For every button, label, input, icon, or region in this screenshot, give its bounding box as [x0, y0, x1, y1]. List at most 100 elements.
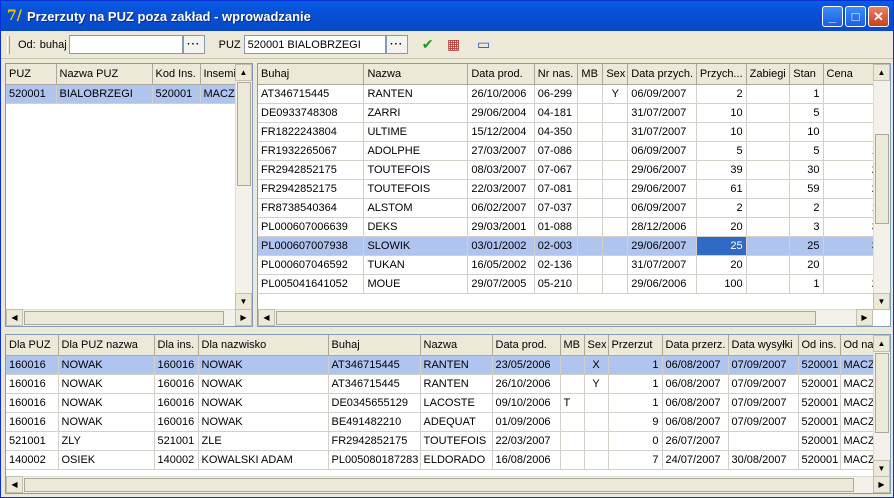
- puz-browse-button[interactable]: ···: [385, 35, 408, 54]
- scroll-up-icon[interactable]: ▲: [235, 64, 252, 81]
- table-row[interactable]: 160016 NOWAK 160016 NOWAK AT346715445 RANTEN 2…: [6, 374, 890, 394]
- table-cell[interactable]: 04-181: [534, 103, 579, 123]
- table-cell[interactable]: 07-086: [534, 141, 579, 161]
- transfers-grid-hscroll[interactable]: ◀ ▶: [6, 476, 890, 493]
- table-cell[interactable]: [577, 160, 604, 180]
- table-cell[interactable]: 520001: [798, 431, 841, 451]
- column-header[interactable]: Dla nazwisko: [198, 335, 329, 356]
- table-cell[interactable]: 31/07/2007: [627, 122, 697, 142]
- table-cell[interactable]: FR1822243804: [258, 122, 365, 142]
- column-header[interactable]: Przych...: [696, 64, 747, 85]
- table-cell[interactable]: 07-081: [534, 179, 579, 199]
- table-cell[interactable]: 06/09/2007: [627, 198, 697, 218]
- table-cell[interactable]: 3: [789, 217, 824, 237]
- table-cell[interactable]: [746, 217, 791, 237]
- table-cell[interactable]: 5: [696, 141, 747, 161]
- table-row[interactable]: FR2942852175 TOUTEFOIS 08/03/2007 07-067 29/…: [258, 160, 889, 180]
- column-header[interactable]: Przerzut: [608, 335, 663, 356]
- table-cell[interactable]: [602, 179, 629, 199]
- table-cell[interactable]: NOWAK: [198, 412, 329, 432]
- scroll-left-icon[interactable]: ◀: [6, 476, 23, 493]
- table-cell[interactable]: 160016: [6, 355, 59, 375]
- table-cell[interactable]: 160016: [154, 355, 199, 375]
- table-row[interactable]: 160016 NOWAK 160016 NOWAK BE491482210 ADEQUAT…: [6, 412, 890, 432]
- table-cell[interactable]: 04-350: [534, 122, 579, 142]
- table-cell[interactable]: 06/08/2007: [662, 393, 729, 413]
- table-cell[interactable]: 01/09/2006: [492, 412, 561, 432]
- table-row[interactable]: FR1822243804 ULTIME 15/12/2004 04-350 31/07/…: [258, 122, 889, 142]
- scroll-up-icon[interactable]: ▲: [873, 335, 890, 352]
- column-header[interactable]: Sex: [602, 64, 629, 85]
- table-cell[interactable]: X: [584, 355, 609, 375]
- table-cell[interactable]: [746, 274, 791, 294]
- table-cell[interactable]: 61: [696, 179, 747, 199]
- table-row[interactable]: 160016 NOWAK 160016 NOWAK AT346715445 RANTEN 2…: [6, 355, 890, 375]
- scroll-right-icon[interactable]: ▶: [856, 309, 873, 326]
- table-cell[interactable]: 31/07/2007: [627, 255, 697, 275]
- table-cell[interactable]: NOWAK: [198, 393, 329, 413]
- table-row[interactable]: 521001 ZLY 521001 ZLE FR2942852175 TOUTEFOIS 2…: [6, 431, 890, 451]
- table-cell[interactable]: NOWAK: [58, 355, 155, 375]
- table-cell[interactable]: 160016: [6, 374, 59, 394]
- bulls-grid-vscroll[interactable]: ▲ ▼: [873, 64, 890, 310]
- table-cell[interactable]: ADEQUAT: [420, 412, 493, 432]
- table-cell[interactable]: PL000607046592: [258, 255, 365, 275]
- table-cell[interactable]: 5: [789, 141, 824, 161]
- table-cell[interactable]: PL005080187283: [328, 450, 421, 470]
- table-row[interactable]: 520001 BIALOBRZEGI 520001 MACZE: [6, 84, 247, 104]
- table-cell[interactable]: FR1932265067: [258, 141, 365, 161]
- table-cell[interactable]: AT346715445: [328, 374, 421, 394]
- maximize-button[interactable]: □: [845, 6, 866, 27]
- table-cell[interactable]: ELDORADO: [420, 450, 493, 470]
- table-cell[interactable]: 29/06/2007: [627, 160, 697, 180]
- table-cell[interactable]: [577, 122, 604, 142]
- table-cell[interactable]: 31/07/2007: [627, 103, 697, 123]
- table-cell[interactable]: NOWAK: [58, 374, 155, 394]
- column-header[interactable]: Sex: [584, 335, 609, 356]
- table-cell[interactable]: 29/06/2007: [627, 179, 697, 199]
- table-cell[interactable]: 29/07/2005: [467, 274, 535, 294]
- scroll-down-icon[interactable]: ▼: [235, 293, 252, 310]
- scroll-thumb[interactable]: [237, 82, 251, 186]
- table-cell[interactable]: 140002: [154, 450, 199, 470]
- table-cell[interactable]: 30/08/2007: [728, 450, 799, 470]
- column-header[interactable]: Dla ins.: [154, 335, 199, 356]
- table-cell[interactable]: [560, 374, 585, 394]
- column-header[interactable]: Kod Ins.: [152, 64, 201, 85]
- table-cell[interactable]: 10: [696, 103, 747, 123]
- table-cell[interactable]: 30: [789, 160, 824, 180]
- table-cell[interactable]: MOUE: [363, 274, 469, 294]
- table-cell[interactable]: [560, 450, 585, 470]
- column-header[interactable]: PUZ: [6, 64, 57, 85]
- table-cell[interactable]: RANTEN: [420, 355, 493, 375]
- table-row[interactable]: PL000607046592 TUKAN 16/05/2002 02-136 31/07…: [258, 255, 889, 275]
- table-cell[interactable]: 23/05/2006: [492, 355, 561, 375]
- table-cell[interactable]: 1: [608, 374, 663, 394]
- table-cell[interactable]: 29/03/2001: [467, 217, 535, 237]
- toolbar-grip[interactable]: [7, 35, 10, 54]
- table-cell[interactable]: 39: [696, 160, 747, 180]
- table-row[interactable]: 160016 NOWAK 160016 NOWAK DE0345655129 LACOST…: [6, 393, 890, 413]
- table-cell[interactable]: [560, 412, 585, 432]
- table-cell[interactable]: PL005041641052: [258, 274, 365, 294]
- table-cell[interactable]: 07/09/2007: [728, 355, 799, 375]
- table-cell[interactable]: 29/06/2006: [627, 274, 697, 294]
- column-header[interactable]: Buhaj: [328, 335, 421, 356]
- table-row[interactable]: AT346715445 RANTEN 26/10/2006 06-299 Y 06/09/…: [258, 84, 889, 104]
- table-cell[interactable]: LACOSTE: [420, 393, 493, 413]
- table-cell[interactable]: 26/10/2006: [492, 374, 561, 394]
- table-cell[interactable]: ULTIME: [363, 122, 469, 142]
- table-cell[interactable]: [577, 103, 604, 123]
- table-cell[interactable]: 25: [696, 236, 747, 256]
- scroll-thumb[interactable]: [875, 353, 889, 433]
- table-row[interactable]: PL000607006639 DEKS 29/03/2001 01-088 28/12/…: [258, 217, 889, 237]
- table-cell[interactable]: [577, 217, 604, 237]
- table-cell[interactable]: 06/09/2007: [627, 84, 697, 104]
- close-button[interactable]: ✕: [868, 6, 889, 27]
- table-cell[interactable]: 06/08/2007: [662, 355, 729, 375]
- table-cell[interactable]: NOWAK: [58, 393, 155, 413]
- table-cell[interactable]: [584, 412, 609, 432]
- table-cell[interactable]: 160016: [154, 412, 199, 432]
- table-cell[interactable]: 160016: [154, 374, 199, 394]
- scroll-right-icon[interactable]: ▶: [235, 309, 252, 326]
